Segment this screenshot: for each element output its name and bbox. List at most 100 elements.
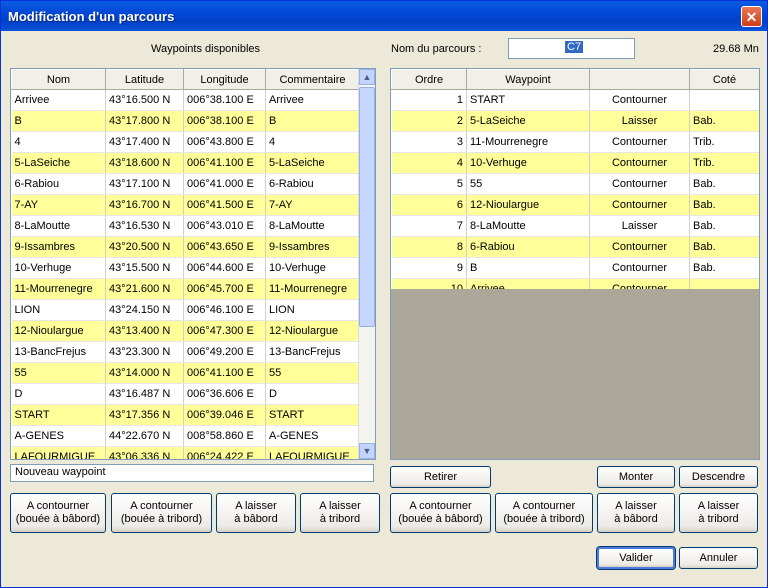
left-laisser-babord-button[interactable]: A laisser à bâbord bbox=[216, 493, 296, 533]
table-row[interactable]: 7 8-LaMoutte Laisser Bab. bbox=[391, 215, 759, 237]
cell-waypoint: 10-Verhuge bbox=[466, 152, 590, 174]
column-header[interactable]: Ordre bbox=[391, 69, 467, 90]
column-header[interactable]: Longitude bbox=[183, 69, 266, 90]
cell-lat: 43°16.487 N bbox=[105, 383, 184, 405]
cell-com: Arrivee bbox=[265, 89, 360, 111]
window-title: Modification d'un parcours bbox=[8, 9, 175, 24]
table-row[interactable]: 6 12-Nioulargue Contourner Bab. bbox=[391, 194, 759, 216]
new-waypoint-text: Nouveau waypoint bbox=[15, 466, 106, 478]
cell-lat: 43°16.700 N bbox=[105, 194, 184, 216]
cell-ordre: 3 bbox=[391, 131, 467, 153]
monter-button[interactable]: Monter bbox=[597, 466, 675, 488]
cell-lon: 006°41.100 E bbox=[183, 362, 266, 384]
table-row[interactable]: D 43°16.487 N 006°36.606 ED bbox=[11, 383, 360, 405]
cell-lon: 006°36.606 E bbox=[183, 383, 266, 405]
column-header[interactable]: Nom bbox=[11, 69, 106, 90]
cell-lat: 43°17.400 N bbox=[105, 131, 184, 153]
cell-com: A-GENES bbox=[265, 425, 360, 447]
table-row[interactable]: 13-BancFrejus 43°23.300 N 006°49.200 E 13-B… bbox=[11, 341, 360, 363]
waypoints-label: Waypoints disponibles bbox=[151, 43, 261, 55]
cell-com: 9-Issambres bbox=[265, 236, 360, 258]
right-laisser-tribord-button[interactable]: A laisser à tribord bbox=[679, 493, 758, 533]
cell-com: B bbox=[265, 110, 360, 132]
scroll-down-icon[interactable]: ▼ bbox=[359, 443, 375, 459]
table-row[interactable]: B 43°17.800 N 006°38.100 EB bbox=[11, 110, 360, 132]
table-row[interactable]: 5-LaSeiche 43°18.600 N 006°41.100 E 5-LaSei… bbox=[11, 152, 360, 174]
column-header[interactable]: Coté bbox=[689, 69, 759, 90]
cell-action: Contourner bbox=[589, 173, 690, 195]
scroll-thumb[interactable] bbox=[359, 87, 375, 327]
cell-com: 5-LaSeiche bbox=[265, 152, 360, 174]
valider-button[interactable]: Valider bbox=[596, 546, 676, 570]
table-row[interactable]: 8-LaMoutte 43°16.530 N 006°43.010 E 8-LaMou… bbox=[11, 215, 360, 237]
table-row[interactable]: 4 43°17.400 N 006°43.800 E4 bbox=[11, 131, 360, 153]
cell-lon: 006°41.100 E bbox=[183, 152, 266, 174]
table-row[interactable]: 1 START Contourner bbox=[391, 89, 759, 111]
table-row[interactable]: Arrivee 43°16.500 N 006°38.100 E Arrivee bbox=[11, 89, 360, 111]
waypoints-table[interactable]: Nom Latitude Longitude Commentaire Arrivee 4… bbox=[10, 68, 376, 460]
cell-lat: 43°06.336 N bbox=[105, 446, 184, 459]
cell-action: Contourner bbox=[589, 89, 690, 111]
table-row[interactable]: 8 6-Rabiou Contourner Bab. bbox=[391, 236, 759, 258]
column-header[interactable]: Waypoint bbox=[466, 69, 590, 90]
table-row[interactable]: 9 B Contourner Bab. bbox=[391, 257, 759, 279]
cell-com: START bbox=[265, 404, 360, 426]
cell-com: D bbox=[265, 383, 360, 405]
cell-lon: 006°43.800 E bbox=[183, 131, 266, 153]
table-row[interactable]: LAFOURMIGUE 43°06.336 N 006°24.422 E LAFOUR… bbox=[11, 446, 360, 459]
table-row[interactable]: START 43°17.356 N 006°39.046 E START bbox=[11, 404, 360, 426]
cell-ordre: 9 bbox=[391, 257, 467, 279]
table-row[interactable]: LION 43°24.150 N 006°46.100 E LION bbox=[11, 299, 360, 321]
cell-cote bbox=[689, 89, 759, 111]
cell-lon: 006°43.650 E bbox=[183, 236, 266, 258]
title-bar[interactable]: Modification d'un parcours ✕ bbox=[1, 1, 767, 31]
table-row[interactable]: 3 11-Mourrenegre Contourner Trib. bbox=[391, 131, 759, 153]
cell-cote: Bab. bbox=[689, 194, 759, 216]
table-row[interactable]: 7-AY 43°16.700 N 006°41.500 E 7-AY bbox=[11, 194, 360, 216]
column-header[interactable] bbox=[589, 69, 690, 90]
cell-waypoint: 6-Rabiou bbox=[466, 236, 590, 258]
column-header[interactable]: Latitude bbox=[105, 69, 184, 90]
cell-action: Contourner bbox=[589, 257, 690, 279]
right-contourner-babord-button[interactable]: A contourner (bouée à bâbord) bbox=[390, 493, 491, 533]
table-row[interactable]: A-GENES 44°22.670 N 008°58.860 E A-GENES bbox=[11, 425, 360, 447]
cell-action: Contourner bbox=[589, 236, 690, 258]
left-laisser-tribord-button[interactable]: A laisser à tribord bbox=[300, 493, 380, 533]
table-row[interactable]: 5 55 Contourner Bab. bbox=[391, 173, 759, 195]
cell-ordre: 7 bbox=[391, 215, 467, 237]
scroll-up-icon[interactable]: ▲ bbox=[359, 69, 375, 85]
cell-nom: B bbox=[11, 110, 106, 132]
table-row[interactable]: 10-Verhuge 43°15.500 N 006°44.600 E 10-Verh… bbox=[11, 257, 360, 279]
right-contourner-tribord-button[interactable]: A contourner (bouée à tribord) bbox=[495, 493, 593, 533]
cell-com: 10-Verhuge bbox=[265, 257, 360, 279]
cell-lon: 006°46.100 E bbox=[183, 299, 266, 321]
course-name-input[interactable]: C7 bbox=[508, 38, 635, 59]
table-row[interactable]: 11-Mourrenegre 43°21.600 N 006°45.700 E 11-… bbox=[11, 278, 360, 300]
column-header[interactable]: Commentaire bbox=[265, 69, 360, 90]
cell-lon: 006°44.600 E bbox=[183, 257, 266, 279]
cell-action: Contourner bbox=[589, 194, 690, 216]
empty-area bbox=[391, 289, 759, 459]
table-row[interactable]: 2 5-LaSeiche Laisser Bab. bbox=[391, 110, 759, 132]
table-row[interactable]: 6-Rabiou 43°17.100 N 006°41.000 E 6-Rabiou bbox=[11, 173, 360, 195]
left-contourner-babord-button[interactable]: A contourner (bouée à bâbord) bbox=[10, 493, 106, 533]
cell-lat: 43°21.600 N bbox=[105, 278, 184, 300]
button-label: A laisser à tribord bbox=[697, 500, 740, 525]
cell-lat: 43°18.600 N bbox=[105, 152, 184, 174]
table-row[interactable]: 4 10-Verhuge Contourner Trib. bbox=[391, 152, 759, 174]
annuler-button[interactable]: Annuler bbox=[679, 547, 758, 569]
button-label: A laisser à tribord bbox=[319, 500, 361, 525]
close-icon[interactable]: ✕ bbox=[741, 6, 762, 27]
right-laisser-babord-button[interactable]: A laisser à bâbord bbox=[597, 493, 675, 533]
waypoints-scrollbar[interactable]: ▲ ▼ bbox=[358, 69, 375, 459]
table-row[interactable]: 9-Issambres 43°20.500 N 006°43.650 E 9-Issa… bbox=[11, 236, 360, 258]
left-contourner-tribord-button[interactable]: A contourner (bouée à tribord) bbox=[111, 493, 212, 533]
table-row[interactable]: 12-Nioulargue 43°13.400 N 006°47.300 E 12-N… bbox=[11, 320, 360, 342]
retirer-button[interactable]: Retirer bbox=[390, 466, 491, 488]
new-waypoint-field[interactable]: Nouveau waypoint bbox=[10, 464, 374, 482]
cell-lat: 43°16.500 N bbox=[105, 89, 184, 111]
table-row[interactable]: 55 43°14.000 N 006°41.100 E 55 bbox=[11, 362, 360, 384]
cell-nom: A-GENES bbox=[11, 425, 106, 447]
descendre-button[interactable]: Descendre bbox=[679, 466, 758, 488]
course-table[interactable]: Ordre Waypoint Coté 1 START Contourner 2 5-LaS… bbox=[390, 68, 760, 460]
